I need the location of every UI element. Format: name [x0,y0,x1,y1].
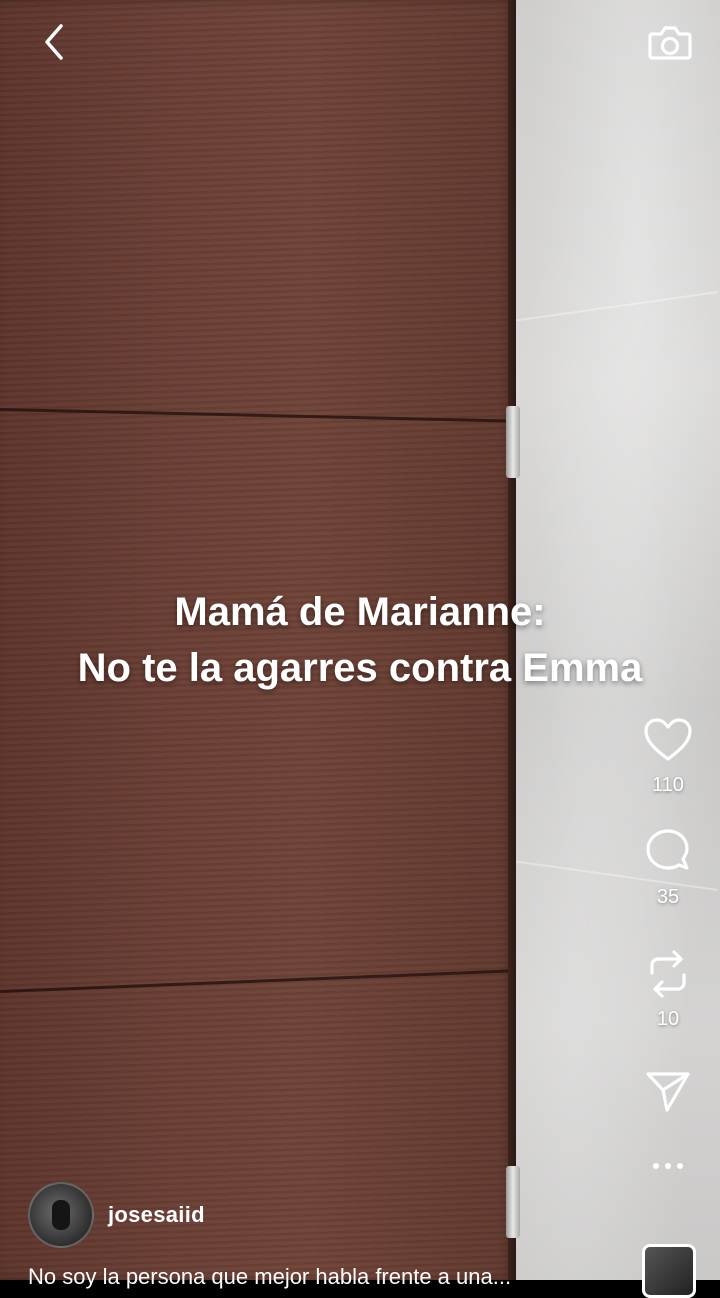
repost-count: 10 [656,1008,680,1030]
send-icon [646,1072,690,1112]
avatar[interactable] [28,1182,94,1248]
more-dots-icon [653,1163,683,1169]
back-button[interactable] [32,20,76,64]
username[interactable]: josesaiid [108,1202,205,1228]
door-hinge [506,406,520,478]
more-options-button[interactable] [638,1136,698,1196]
reel-description[interactable]: No soy la persona que mejor habla frente… [28,1264,511,1290]
repost-icon [650,950,686,998]
camera-icon [648,26,692,60]
audio-thumbnail[interactable] [642,1244,696,1298]
like-count: 110 [652,774,684,796]
repost-button[interactable] [638,944,698,1004]
like-button[interactable] [638,710,698,770]
caption-line-1: Mamá de Marianne: [174,590,546,634]
author-row[interactable]: josesaiid [28,1182,205,1248]
heart-icon [644,718,692,761]
comment-bubble-icon [646,829,689,870]
share-button[interactable] [638,1062,698,1122]
door-hinge [506,1166,520,1238]
comment-button[interactable] [638,822,698,882]
caption-line-2: No te la agarres contra Emma [77,646,643,690]
chevron-left-icon [45,24,63,60]
comment-count: 35 [656,886,680,908]
camera-button[interactable] [646,18,694,66]
action-rail: 110 35 10 [628,710,708,1196]
